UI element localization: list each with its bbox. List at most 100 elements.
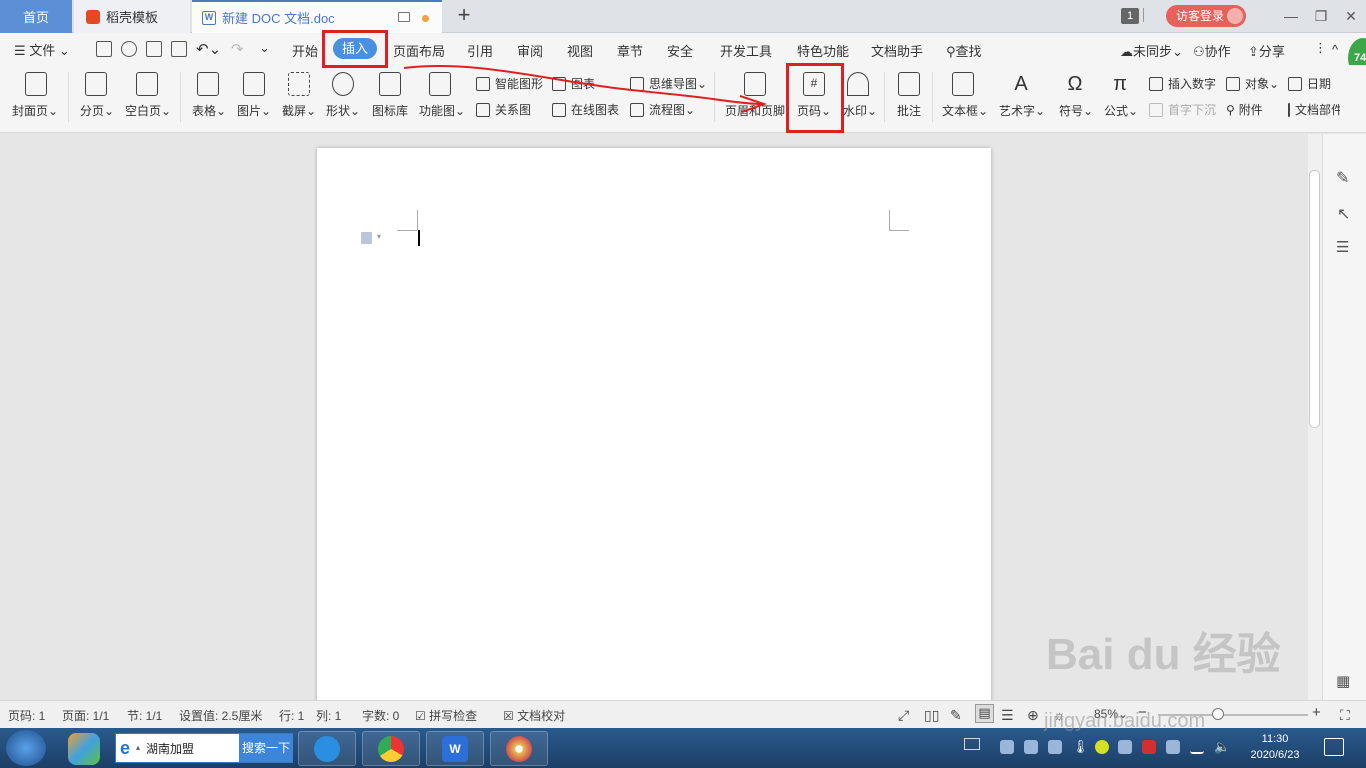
tab-document[interactable]: W 新建 DOC 文档.doc (192, 0, 442, 33)
function-chart-icon[interactable] (412, 72, 468, 96)
date-button[interactable]: 日期 (1288, 75, 1331, 92)
search-button[interactable]: ⚲查找 (946, 41, 982, 60)
close-button[interactable]: ✕ (1340, 6, 1362, 26)
menu-review[interactable]: 审阅 (517, 41, 543, 60)
save-icon[interactable] (96, 41, 112, 57)
tray-add-icon[interactable] (1095, 740, 1109, 754)
pen-icon[interactable]: ✎ (1336, 168, 1349, 188)
taskbar-search-button[interactable]: 搜索一下 (239, 734, 293, 762)
keyboard-icon[interactable] (964, 738, 980, 750)
blank-page-button[interactable]: 空白页⌄ (125, 102, 171, 119)
read-mode-icon[interactable]: ▯▯ (924, 707, 939, 724)
collab-button[interactable]: ⚇协作 (1193, 41, 1231, 60)
more-menu-icon[interactable]: ⋮ (1314, 40, 1327, 56)
smartart-button[interactable]: 智能图形 (476, 75, 543, 92)
flowchart-button[interactable]: 流程图 ⌄ (630, 101, 695, 118)
action-center-icon[interactable] (1324, 738, 1344, 756)
taskbar-paint-icon[interactable] (490, 731, 548, 766)
taskbar-search-box[interactable]: e ▴ 湖南加盟 搜索一下 (115, 733, 293, 763)
format-painter-icon[interactable] (121, 41, 137, 57)
proofread-button[interactable]: ☒ 文档校对 (503, 707, 565, 724)
formula-icon[interactable]: π (1092, 72, 1148, 96)
taskbar-search-input[interactable]: 湖南加盟 (146, 740, 194, 757)
header-footer-icon[interactable] (727, 72, 783, 96)
picture-button[interactable]: 图片⌄ (237, 102, 271, 119)
comment-icon[interactable] (881, 72, 937, 96)
status-section[interactable]: 节: 1/1 (127, 707, 162, 724)
file-menu[interactable]: ☰ 文件 ⌄ (14, 40, 70, 59)
minimize-button[interactable]: — (1280, 6, 1302, 26)
pin-icon[interactable] (398, 12, 410, 22)
undo-icon[interactable]: ↶⌄ (196, 40, 221, 58)
redo-icon[interactable]: ↷ (231, 40, 244, 58)
tab-template[interactable]: 稻壳模板 (74, 0, 190, 33)
status-col[interactable]: 列: 1 (316, 707, 341, 724)
tray-bird-icon[interactable] (1118, 740, 1132, 754)
sync-button[interactable]: ☁未同步⌄ (1120, 41, 1183, 60)
taskbar-clock[interactable]: 11:30 2020/6/23 (1240, 731, 1310, 763)
tray-volume-icon[interactable]: 🔈 (1214, 740, 1230, 754)
tray-signal-icon[interactable] (1190, 740, 1204, 754)
doc-parts-button[interactable]: 文档部件 (1288, 101, 1340, 118)
insert-number-button[interactable]: 插入数字 (1149, 75, 1216, 92)
chevron-down-icon[interactable]: ▾ (377, 232, 381, 241)
status-page-number[interactable]: 页码: 1 (8, 707, 45, 724)
watermark-button[interactable]: 水印⌄ (843, 102, 877, 119)
collapse-ribbon-icon[interactable]: ^ (1332, 42, 1338, 57)
apps-grid-icon[interactable]: ▦ (1336, 672, 1350, 690)
cursor-icon[interactable]: ↖ (1337, 204, 1350, 224)
status-wordcount[interactable]: 字数: 0 (362, 707, 399, 724)
menu-chapter[interactable]: 章节 (617, 41, 643, 60)
settings-sliders-icon[interactable]: ☰ (1336, 238, 1349, 256)
taskbar-chrome-icon[interactable] (362, 731, 420, 766)
screenshot-button[interactable]: 截屏⌄ (282, 102, 316, 119)
status-pages[interactable]: 页面: 1/1 (62, 707, 109, 724)
header-footer-button[interactable]: 页眉和页脚 (725, 102, 785, 119)
tray-security-icon[interactable] (1142, 740, 1156, 754)
page-break-button[interactable]: 分页⌄ (80, 102, 114, 119)
tray-update-icon[interactable] (1048, 740, 1062, 754)
object-button[interactable]: 对象 ⌄ (1226, 75, 1279, 92)
tray-temperature-icon[interactable]: 🌡 (1072, 740, 1089, 754)
taskbar-wps-icon[interactable]: W (426, 731, 484, 766)
menu-view[interactable]: 视图 (567, 41, 593, 60)
print-icon[interactable] (146, 41, 162, 57)
outline-view-icon[interactable]: ☰ (1001, 707, 1014, 724)
menu-start[interactable]: 开始 (292, 41, 318, 60)
tray-shield-icon[interactable] (1024, 740, 1038, 754)
menu-security[interactable]: 安全 (667, 41, 693, 60)
textbox-button[interactable]: 文本框⌄ (942, 102, 988, 119)
comment-button[interactable]: 批注 (897, 102, 921, 119)
status-setting[interactable]: 设置值: 2.5厘米 (179, 707, 262, 724)
window-menu-icon[interactable] (1143, 8, 1155, 22)
taskbar-app-bird-icon[interactable] (298, 731, 356, 766)
wordart-button[interactable]: 艺术字⌄ (999, 102, 1045, 119)
page-view-icon[interactable]: ▤ (975, 704, 994, 723)
restore-button[interactable]: ❐ (1310, 6, 1332, 26)
scrollbar-thumb[interactable] (1309, 170, 1320, 428)
tab-home[interactable]: 首页 (0, 0, 72, 33)
attachment-button[interactable]: ⚲ 附件 (1226, 101, 1263, 118)
window-count-badge[interactable]: 1 (1121, 8, 1139, 24)
tray-network-icon[interactable] (1000, 740, 1014, 754)
menu-page-layout[interactable]: 页面布局 (393, 41, 445, 60)
zoom-slider-handle[interactable] (1212, 708, 1224, 720)
status-row[interactable]: 行: 1 (279, 707, 304, 724)
zoom-in-button[interactable]: + (1312, 704, 1321, 721)
quick-access-more-icon[interactable]: ⌄ (259, 40, 270, 56)
cover-page-icon[interactable] (8, 72, 64, 96)
menu-doc-assistant[interactable]: 文档助手 (871, 41, 923, 60)
menu-references[interactable]: 引用 (467, 41, 493, 60)
blank-page-icon[interactable] (119, 72, 175, 96)
textbox-icon[interactable] (935, 72, 991, 96)
paragraph-layout-icon[interactable] (361, 232, 372, 244)
menu-features[interactable]: 特色功能 (797, 41, 849, 60)
share-button[interactable]: ⇪分享 (1248, 41, 1285, 60)
chart-button[interactable]: 图表 (552, 75, 595, 92)
formula-button[interactable]: 公式⌄ (1104, 102, 1138, 119)
page-break-icon[interactable] (68, 72, 124, 96)
fit-window-icon[interactable]: ⛶ (1340, 707, 1350, 724)
relation-chart-button[interactable]: 关系图 (476, 101, 531, 118)
mindmap-button[interactable]: 思维导图 ⌄ (630, 75, 707, 92)
spellcheck-button[interactable]: ☑ 拼写检查 (415, 707, 477, 724)
